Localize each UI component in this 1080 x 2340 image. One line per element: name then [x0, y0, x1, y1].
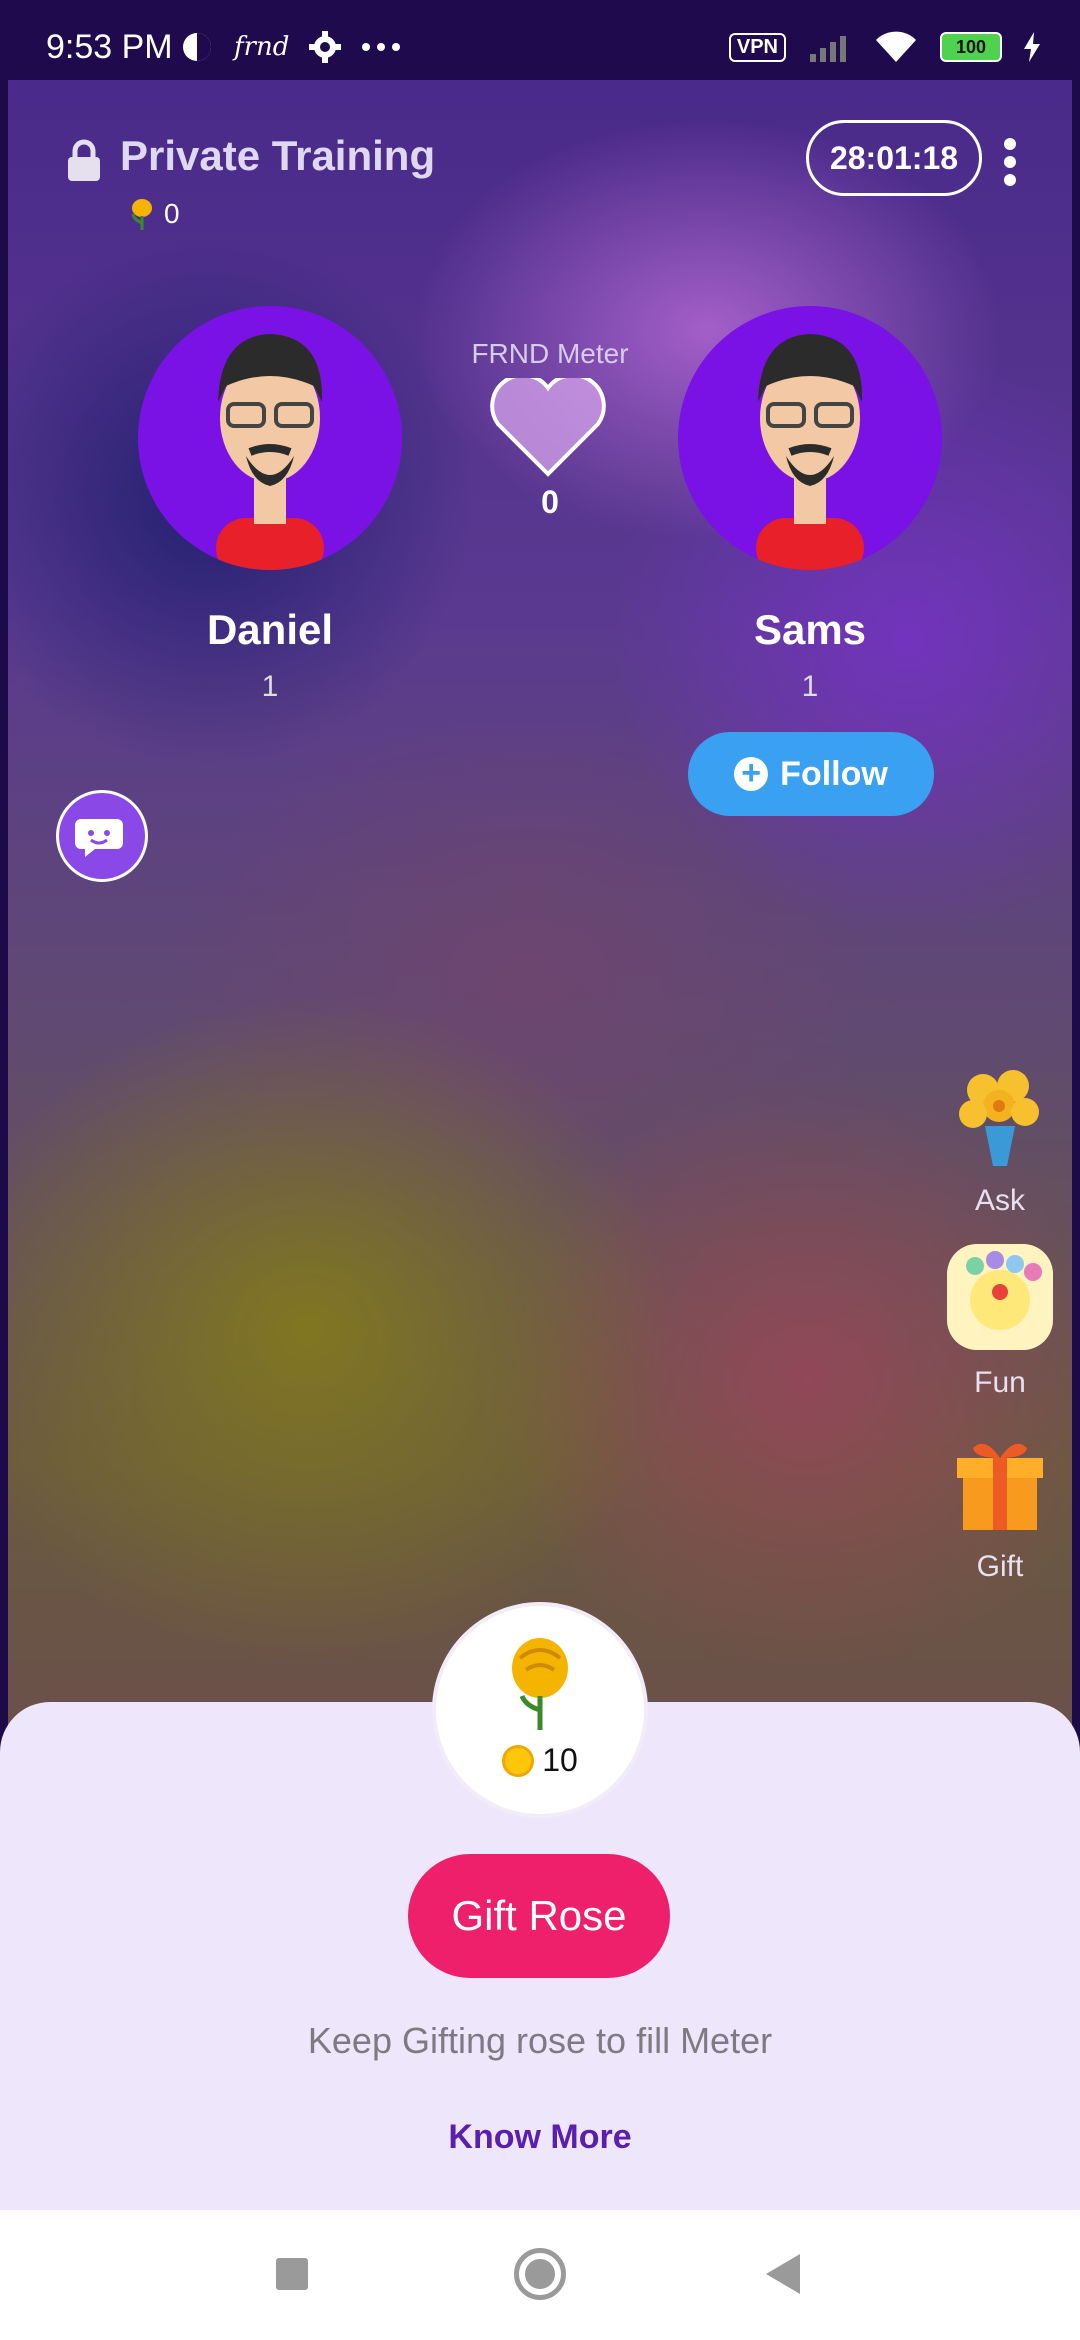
battery-icon: 100 — [940, 32, 1002, 62]
side-item-label: Gift — [976, 1550, 1024, 1583]
lock-icon — [68, 139, 100, 181]
rose-icon — [131, 199, 152, 230]
navigation-bar — [0, 2210, 1080, 2340]
side-item-ask[interactable]: Ask — [940, 1060, 1060, 1218]
flower-bouquet-icon — [959, 1070, 1039, 1166]
yellow-rose-icon — [512, 1638, 568, 1730]
settings-gear-icon — [309, 31, 342, 63]
meter-label: FRND Meter — [471, 338, 629, 369]
room-title: Private Training — [120, 132, 436, 179]
chat-button[interactable] — [56, 790, 148, 882]
rose-price: 10 — [436, 1742, 644, 1779]
gift-box-icon — [957, 1443, 1043, 1530]
avatar-sams[interactable] — [678, 306, 942, 570]
status-time: 9:53 PM — [46, 28, 173, 66]
app-notification-icon — [183, 33, 211, 61]
side-item-label: Ask — [974, 1184, 1025, 1217]
user-avatar-illustration — [756, 334, 864, 570]
rose-gift-item[interactable]: 10 — [436, 1606, 644, 1814]
back-icon[interactable] — [766, 2254, 800, 2294]
more-options-icon[interactable] — [998, 132, 1022, 192]
user-avatar-illustration — [216, 334, 324, 570]
status-left-icons: frnd — [180, 30, 401, 64]
rose-count-value: 0 — [164, 198, 180, 229]
side-item-fun[interactable]: Fun — [940, 1242, 1060, 1400]
side-item-gift[interactable]: Gift — [940, 1426, 1060, 1584]
user-count-sams: 1 — [801, 670, 819, 703]
gift-rose-button[interactable]: Gift Rose — [408, 1854, 670, 1978]
room-timer[interactable]: 28:01:18 — [806, 120, 982, 196]
status-right-icons: VPN 100 — [728, 30, 1040, 64]
home-icon[interactable] — [514, 2248, 566, 2300]
recent-apps-icon[interactable] — [276, 2258, 308, 2290]
user-name-daniel: Daniel — [206, 606, 334, 653]
bubble-game-icon — [947, 1244, 1053, 1350]
meter-value: 0 — [541, 484, 559, 520]
charging-icon — [1024, 32, 1040, 62]
plus-icon: + — [734, 756, 769, 791]
more-notifications-icon — [362, 43, 401, 51]
wifi-icon — [876, 31, 916, 62]
side-item-label: Fun — [974, 1366, 1026, 1399]
vpn-icon: VPN — [728, 32, 786, 62]
avatar-daniel[interactable] — [138, 306, 402, 570]
app-label: frnd — [234, 32, 290, 62]
coin-icon — [502, 1744, 535, 1777]
user-name-sams: Sams — [753, 606, 867, 653]
know-more-link[interactable]: Know More — [0, 2118, 1080, 2157]
follow-label: Follow — [780, 754, 888, 793]
chat-bubble-icon — [75, 819, 123, 857]
heart-icon — [490, 378, 606, 477]
user-count-daniel: 1 — [261, 670, 279, 703]
rose-price-value: 10 — [542, 1742, 578, 1778]
status-bar: 9:53 PM frnd VPN 100 — [0, 0, 1080, 80]
rose-count: 0 — [128, 198, 180, 230]
follow-button[interactable]: + Follow — [688, 732, 934, 816]
gift-hint: Keep Gifting rose to fill Meter — [307, 2020, 773, 2061]
cellular-signal-icon — [810, 36, 846, 62]
